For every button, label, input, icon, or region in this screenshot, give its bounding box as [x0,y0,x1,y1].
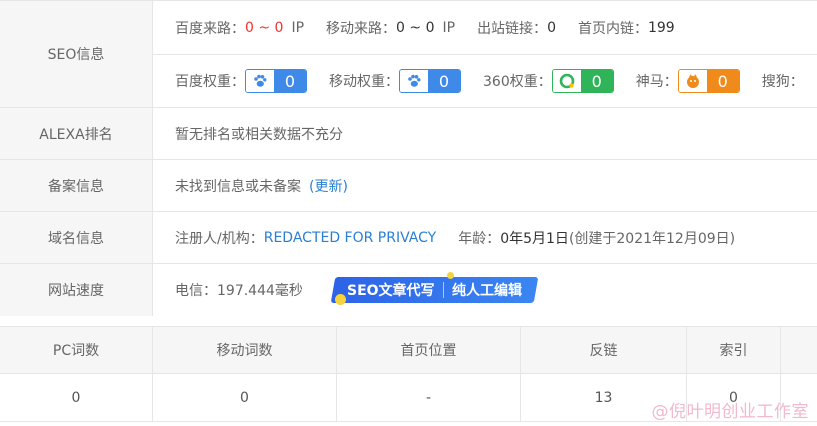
speed-label: 网站速度 [0,264,153,316]
site-info-table: SEO信息 百度来路： 0 ~ 0 IP 移动来路： 0 ~ 0 IP 出站链接… [0,0,817,316]
w360-value: 0 [580,70,613,92]
outlinks-label: 出站链接： [477,20,548,37]
paw-icon [400,70,428,92]
beian-row: 备案信息 未找到信息或未备案 (更新) [0,160,817,212]
pc-words-value: 0 [0,374,153,421]
w360-badge[interactable]: 0 [551,69,614,93]
homepage-links-value: 199 [647,19,675,36]
promo-left-text: SEO文章代写 [346,283,435,299]
baidu-traffic-label: 百度来路： [175,20,245,37]
baidu-traffic-unit: IP [291,19,305,36]
watermark: @倪叶明创业工作室 [651,402,809,422]
baidu-traffic-value: 0 ~ 0 [245,19,284,36]
shenma-value: 0 [706,70,739,92]
registrant-label: 注册人/机构： [175,230,264,247]
mobile-weight-badge[interactable]: 0 [399,69,461,93]
mobile-traffic-unit: IP [442,19,456,36]
beian-update-link[interactable]: (更新) [309,176,348,196]
registrant-link[interactable]: REDACTED FOR PRIVACY [264,230,436,246]
homepage-position-value: - [337,374,521,421]
seo-writing-promo-banner[interactable]: SEO文章代写 纯人工编辑 [330,277,538,303]
promo-right-text: 纯人工编辑 [451,283,522,299]
seo-label: SEO信息 [0,1,153,107]
mobile-words-value: 0 [153,374,337,421]
alexa-row: ALEXA排名 暂无排名或相关数据不充分 [0,108,817,160]
shenma-horse-icon [678,70,707,92]
mobile-weight-label: 移动权重： [329,74,399,90]
seo-row: SEO信息 百度来路： 0 ~ 0 IP 移动来路： 0 ~ 0 IP 出站链接… [0,1,817,108]
w360-label: 360权重： [483,74,552,90]
col-pc-words: PC词数 [0,327,153,373]
baidu-weight-label: 百度权重： [175,74,245,90]
mobile-traffic-value: 0 ~ 0 [396,19,435,36]
outlinks-value: 0 [547,19,556,36]
decor-dot [447,272,454,279]
col-index: 索引 [687,327,781,373]
seo-traffic-line: 百度来路： 0 ~ 0 IP 移动来路： 0 ~ 0 IP 出站链接： 0 首页… [153,1,817,54]
mobile-traffic-label: 移动来路： [326,20,397,37]
col-extra [781,327,817,373]
decor-dot [335,294,346,305]
baidu-weight-badge[interactable]: 0 [245,69,307,93]
alexa-label: ALEXA排名 [0,108,153,159]
created-date: (创建于2021年12月09日) [568,230,736,247]
seo-weight-line: 百度权重： 0 移动权重： 0 360权重： 0 神马： 0 搜狗： [153,54,817,107]
360-logo-icon [552,70,581,92]
stats-header-row: PC词数 移动词数 首页位置 反链 索引 [0,327,817,374]
age-label: 年龄： [458,230,501,247]
col-backlinks: 反链 [521,327,687,373]
baidu-weight-value: 0 [274,70,306,92]
domain-row: 域名信息 注册人/机构： REDACTED FOR PRIVACY 年龄： 0年… [0,212,817,264]
beian-label: 备案信息 [0,160,153,211]
shenma-badge[interactable]: 0 [677,69,740,93]
mobile-weight-value: 0 [428,70,460,92]
col-homepage-position: 首页位置 [337,327,521,373]
homepage-links-label: 首页内链： [577,20,648,37]
domain-label: 域名信息 [0,212,153,263]
shenma-label: 神马： [635,74,678,90]
speed-row: 网站速度 电信：197.444毫秒 SEO文章代写 纯人工编辑 [0,264,817,316]
paw-icon [246,70,274,92]
col-mobile-words: 移动词数 [153,327,337,373]
alexa-value: 暂无排名或相关数据不充分 [175,126,343,143]
speed-value: 电信：197.444毫秒 [175,283,303,299]
beian-value: 未找到信息或未备案 [175,178,301,195]
sogou-label: 搜狗： [761,74,804,90]
age-value: 0年5月1日 [500,230,569,247]
